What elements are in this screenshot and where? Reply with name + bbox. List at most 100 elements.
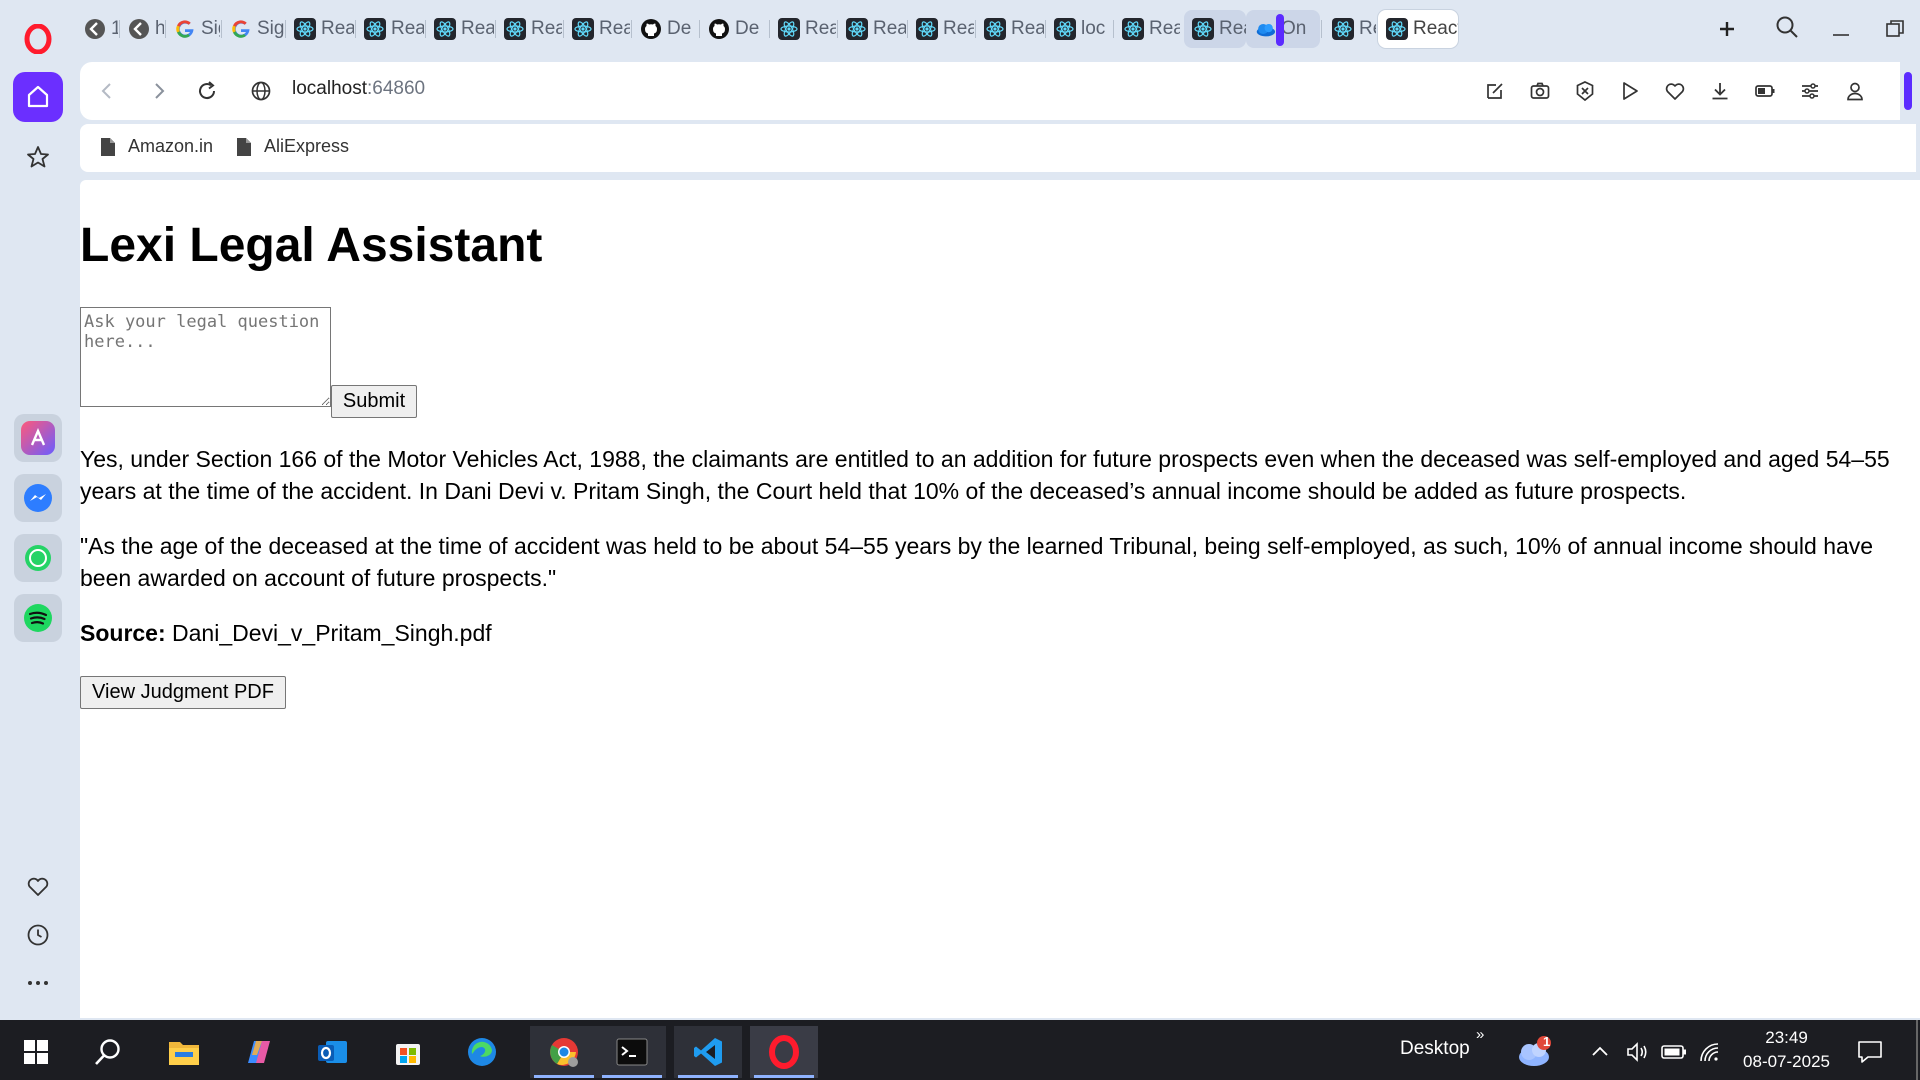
ellipsis-icon	[28, 981, 48, 985]
taskbar: Desktop » 1 23:49 08-07-2025	[0, 1020, 1920, 1080]
site-info-button[interactable]	[246, 76, 276, 106]
downloads-button[interactable]	[1705, 76, 1735, 106]
adblock-button[interactable]	[1570, 76, 1600, 106]
tab-bar: 127 hit- Sig Sig Rea Rea Rea Rea Rea De De Rea Rea Re…	[76, 0, 1920, 58]
profile-button[interactable]	[1840, 76, 1870, 106]
outlook-button[interactable]	[298, 1026, 366, 1078]
opera-logo-icon[interactable]	[13, 14, 63, 64]
tab-group-marker[interactable]	[1276, 14, 1284, 46]
browser-tab[interactable]: Sig	[166, 10, 220, 48]
aria-app-button[interactable]	[14, 414, 62, 462]
tab-search-button[interactable]	[1772, 12, 1802, 42]
browser-tab[interactable]: De	[700, 10, 768, 48]
taskbar-clock[interactable]: 23:49 08-07-2025	[1743, 1026, 1830, 1074]
google-icon	[230, 18, 252, 40]
browser-tab[interactable]: Rea	[426, 10, 494, 48]
battery-status-button[interactable]	[1654, 1026, 1694, 1078]
onedrive-icon	[1254, 18, 1276, 40]
browser-tab[interactable]: Rea	[976, 10, 1044, 48]
pinboard-star-button[interactable]	[13, 132, 63, 182]
windows-icon	[24, 1040, 48, 1064]
sidebar-accent-bar[interactable]	[1904, 72, 1912, 110]
terminal-button[interactable]	[598, 1026, 666, 1078]
url-field[interactable]: localhost:64860	[292, 78, 425, 100]
outlook-icon	[318, 1041, 347, 1063]
player-button[interactable]	[1615, 76, 1645, 106]
forward-button[interactable]	[144, 76, 174, 106]
tab-label: Rea	[1149, 18, 1180, 39]
reload-button[interactable]	[192, 76, 222, 106]
opera-taskbar-button[interactable]	[750, 1026, 818, 1078]
minimize-button[interactable]	[1826, 14, 1856, 44]
view-judgment-pdf-button[interactable]: View Judgment PDF	[80, 676, 286, 709]
browser-tab[interactable]: Rea	[356, 10, 424, 48]
browser-tab[interactable]: Rea	[286, 10, 354, 48]
bookmark-page-button[interactable]	[1660, 76, 1690, 106]
bookmark-label: Amazon.in	[128, 136, 214, 156]
folder-icon	[169, 1042, 199, 1065]
browser-tab[interactable]: Rea	[496, 10, 562, 48]
easy-setup-menu-button[interactable]	[1795, 76, 1825, 106]
new-tab-button[interactable]	[1712, 14, 1742, 44]
edge-button[interactable]	[448, 1026, 516, 1078]
browser-tab[interactable]: Rea	[1114, 10, 1180, 48]
source-label: Source:	[80, 620, 166, 646]
tab-label: loc	[1081, 18, 1106, 39]
whatsapp-app-button[interactable]	[14, 534, 62, 582]
notifications-button[interactable]	[1840, 1026, 1900, 1078]
tab-label: 127	[111, 18, 118, 39]
browser-tab[interactable]: De	[632, 10, 698, 48]
weather-widget[interactable]: 1	[1500, 1026, 1568, 1078]
back-button[interactable]	[92, 76, 122, 106]
browser-tab[interactable]: hit-	[120, 10, 164, 48]
browser-tab[interactable]: Rea	[908, 10, 974, 48]
home-button[interactable]	[13, 72, 63, 122]
favorites-button[interactable]	[13, 862, 63, 912]
more-button[interactable]	[13, 958, 63, 1008]
bookmark-aliexpress[interactable]: AliExpress	[236, 136, 349, 157]
spotify-app-button[interactable]	[14, 594, 62, 642]
battery-icon	[1755, 85, 1775, 97]
browser-tab[interactable]: React A	[1378, 10, 1458, 48]
react-icon	[294, 18, 316, 40]
show-hidden-icons-button[interactable]	[1580, 1026, 1620, 1078]
react-icon	[572, 18, 594, 40]
show-desktop-strip[interactable]	[1916, 1020, 1918, 1080]
vscode-icon	[694, 1038, 722, 1066]
easy-setup-button[interactable]	[1480, 76, 1510, 106]
browser-tab[interactable]: Sig	[222, 10, 284, 48]
volume-button[interactable]	[1618, 1026, 1658, 1078]
microsoft-store-button[interactable]	[374, 1026, 442, 1078]
start-button[interactable]	[2, 1026, 70, 1078]
heart-icon	[1665, 83, 1685, 100]
tab-label: Sig	[201, 18, 220, 39]
file-explorer-button[interactable]	[150, 1026, 218, 1078]
restore-button[interactable]	[1880, 14, 1910, 44]
browser-tab[interactable]: loc	[1046, 10, 1112, 48]
vscode-button[interactable]	[674, 1026, 742, 1078]
browser-tab[interactable]: 127	[76, 10, 118, 48]
chrome-button[interactable]	[530, 1026, 598, 1078]
question-input[interactable]	[80, 307, 331, 407]
taskbar-search-button[interactable]	[74, 1026, 142, 1078]
tab-label: De	[735, 18, 760, 39]
messenger-app-button[interactable]	[14, 474, 62, 522]
copilot-button[interactable]	[224, 1026, 292, 1078]
battery-saver-button[interactable]	[1750, 76, 1780, 106]
wifi-button[interactable]	[1690, 1026, 1730, 1078]
tab-label: On	[1281, 18, 1307, 39]
browser-tab[interactable]: Rea	[770, 10, 836, 48]
tab-label: Rea	[943, 18, 974, 39]
double-chevron-icon[interactable]: »	[1476, 1026, 1484, 1043]
submit-button[interactable]: Submit	[331, 385, 417, 418]
snapshot-button[interactable]	[1525, 76, 1555, 106]
browser-tab[interactable]: Rea	[838, 10, 906, 48]
desktop-toolbar-label[interactable]: Desktop	[1400, 1038, 1470, 1060]
shield-block-icon	[1576, 81, 1594, 102]
browser-tab[interactable]: Rea	[1324, 10, 1376, 48]
browser-tab[interactable]: Rea	[1184, 10, 1246, 48]
chevron-left-icon	[101, 83, 111, 99]
bookmark-amazon[interactable]: Amazon.in	[100, 136, 213, 157]
history-button[interactable]	[13, 910, 63, 960]
browser-tab[interactable]: Rea	[564, 10, 630, 48]
